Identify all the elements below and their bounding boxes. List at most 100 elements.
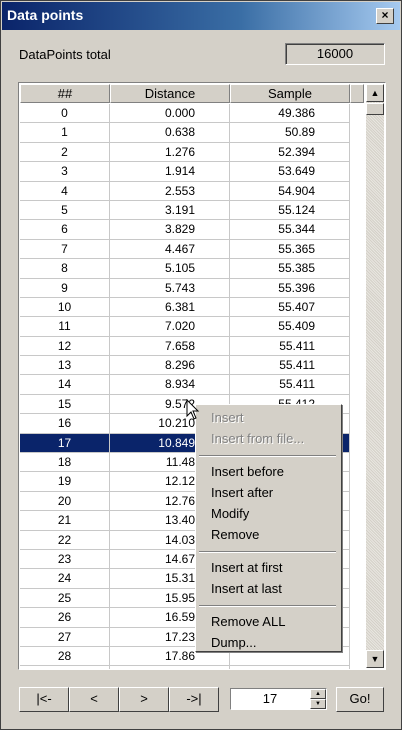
cell-distance: 3.191 (110, 200, 230, 221)
table-row[interactable]: 5 3.191 55.124 (20, 200, 363, 221)
cell-index: 2 (20, 142, 110, 163)
cell-index: 29 (20, 666, 110, 669)
cell-sample: 55.396 (230, 278, 350, 298)
cell-index: 13 (20, 356, 110, 376)
last-button[interactable]: ->| (169, 687, 219, 712)
cell-sample: 55.411 (230, 375, 350, 395)
cell-distance: 8.296 (110, 356, 230, 376)
cell-index: 28 (20, 646, 110, 667)
table-row[interactable]: 8 5.105 55.385 (20, 259, 363, 279)
menu-item-insert: Insert (211, 410, 244, 425)
cell-index: 21 (20, 511, 110, 531)
cell-sample: 55.344 (230, 220, 350, 240)
cell-index: 24 (20, 569, 110, 589)
menu-separator (199, 605, 336, 607)
cell-index: 5 (20, 200, 110, 221)
cell-sample: 55.365 (230, 239, 350, 260)
menu-item-insert-after[interactable]: Insert after (211, 483, 273, 503)
table-row[interactable]: 7 4.467 55.365 (20, 239, 363, 260)
column-header-sample[interactable]: Sample (230, 84, 350, 103)
cell-index: 18 (20, 453, 110, 473)
cell-index: 15 (20, 394, 110, 415)
prev-button[interactable]: < (69, 687, 119, 712)
cell-sample: 52.394 (230, 142, 350, 163)
close-button[interactable]: × (376, 8, 394, 24)
window-title: Data points (7, 7, 84, 23)
column-header-distance[interactable]: Distance (110, 84, 230, 103)
cell-sample: 50.89 (230, 123, 350, 143)
table-row[interactable]: 2 1.276 52.394 (20, 142, 363, 163)
cell-index: 3 (20, 162, 110, 182)
cell-index: 14 (20, 375, 110, 395)
scroll-thumb[interactable] (366, 103, 384, 115)
cell-distance: 8.934 (110, 375, 230, 395)
context-menu: Insert Insert from file... Insert before In… (195, 404, 342, 652)
index-spinner[interactable]: 17 ▲ ▼ (230, 688, 327, 710)
cell-index: 22 (20, 530, 110, 550)
total-label: DataPoints total (19, 47, 111, 62)
cell-index: 9 (20, 278, 110, 298)
cell-index: 27 (20, 627, 110, 647)
menu-separator (199, 455, 336, 457)
cell-distance: 0.638 (110, 123, 230, 143)
menu-item-modify[interactable]: Modify (211, 504, 249, 524)
cell-index: 7 (20, 239, 110, 260)
table-row[interactable]: 14 8.934 55.411 (20, 375, 363, 395)
cell-index: 19 (20, 472, 110, 492)
cell-index: 8 (20, 259, 110, 279)
menu-item-dump[interactable]: Dump... (211, 633, 257, 653)
cell-index: 17 (20, 433, 110, 454)
next-button[interactable]: > (119, 687, 169, 712)
table-row[interactable]: 9 5.743 55.396 (20, 278, 363, 298)
cell-index: 0 (20, 104, 110, 124)
column-header-filler (350, 84, 364, 103)
menu-item-remove[interactable]: Remove (211, 525, 259, 545)
first-button[interactable]: |<- (19, 687, 69, 712)
scroll-down-button[interactable]: ▼ (366, 650, 384, 668)
table-row[interactable]: 3 1.914 53.649 (20, 162, 363, 182)
scroll-up-button[interactable]: ▲ (366, 84, 384, 102)
total-value: 16000 (285, 43, 385, 65)
cell-distance: 7.658 (110, 336, 230, 357)
table-row[interactable]: 4 2.553 54.904 (20, 181, 363, 201)
menu-item-remove-all[interactable]: Remove ALL (211, 612, 285, 632)
cell-sample: 55.385 (230, 259, 350, 279)
table-row[interactable]: 1 0.638 50.89 (20, 123, 363, 143)
cell-index: 10 (20, 297, 110, 318)
cell-sample: 55.409 (230, 317, 350, 337)
index-input[interactable]: 17 (231, 689, 309, 709)
menu-item-insert-at-last[interactable]: Insert at last (211, 579, 282, 599)
cell-distance: 7.020 (110, 317, 230, 337)
column-header-index[interactable]: ## (20, 84, 110, 103)
title-bar[interactable]: Data points × (2, 2, 400, 30)
table-row[interactable]: 12 7.658 55.411 (20, 336, 363, 357)
cell-distance: 0.000 (110, 104, 230, 124)
spin-down-button[interactable]: ▼ (310, 699, 326, 709)
cell-sample: 49.386 (230, 104, 350, 124)
table-row[interactable]: 13 8.296 55.411 (20, 356, 363, 376)
table-row[interactable]: 11 7.020 55.409 (20, 317, 363, 337)
cell-index: 4 (20, 181, 110, 201)
cell-index: 26 (20, 608, 110, 628)
spin-up-button[interactable]: ▲ (310, 689, 326, 699)
cell-sample: 55.124 (230, 200, 350, 221)
table-row[interactable]: 2918.50 (20, 666, 363, 669)
menu-separator (199, 551, 336, 553)
data-points-window: Data points × DataPoints total 16000 ## … (0, 0, 402, 730)
menu-item-insert-at-first[interactable]: Insert at first (211, 558, 283, 578)
go-button[interactable]: Go! (336, 687, 384, 712)
cell-sample: 55.411 (230, 336, 350, 357)
menu-item-insert-before[interactable]: Insert before (211, 462, 284, 482)
cell-index: 23 (20, 549, 110, 570)
table-row[interactable]: 6 3.829 55.344 (20, 220, 363, 240)
cell-distance: 5.743 (110, 278, 230, 298)
cell-distance: 2.553 (110, 181, 230, 201)
table-row[interactable]: 0 0.000 49.386 (20, 104, 363, 124)
table-row[interactable]: 10 6.381 55.407 (20, 297, 363, 318)
menu-item-insert-from-file: Insert from file... (211, 431, 305, 446)
cell-index: 6 (20, 220, 110, 240)
cell-distance: 4.467 (110, 239, 230, 260)
cell-distance: 18.50 (110, 666, 230, 669)
cell-index: 16 (20, 414, 110, 434)
vertical-scrollbar[interactable]: ▲ ▼ (366, 84, 384, 668)
